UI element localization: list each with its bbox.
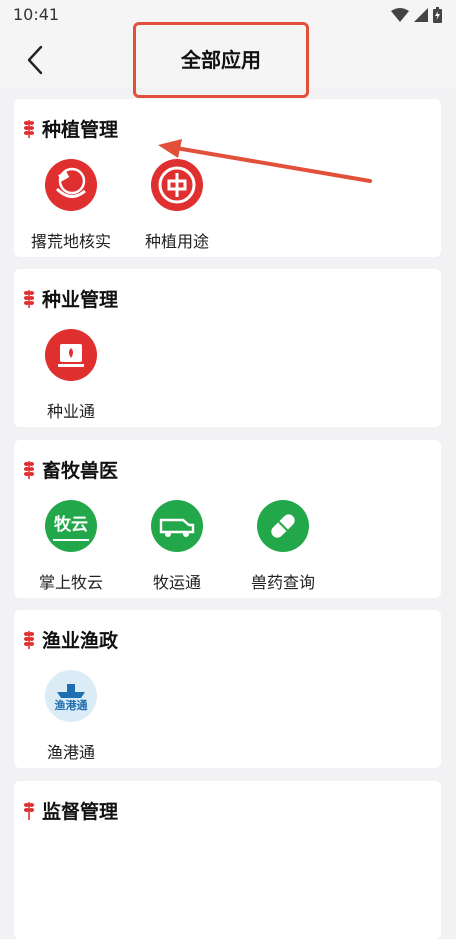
livestock-transport-icon xyxy=(151,500,203,552)
app-seed-industry[interactable]: 种业通 xyxy=(16,329,126,422)
land-survey-icon xyxy=(45,159,97,211)
wheat-icon xyxy=(23,290,35,308)
app-label: 渔港通 xyxy=(46,743,95,762)
section-header: 监督管理 xyxy=(22,797,118,823)
section-card-livestock: 畜牧兽医 牧云 掌上牧云 牧运通 兽药查询 xyxy=(14,440,441,598)
app-fishing-port[interactable]: 渔港通 渔港通 xyxy=(16,670,126,763)
section-card-seed: 种业管理 种业通 xyxy=(14,269,441,427)
status-time: 10:41 xyxy=(13,5,60,24)
wheat-icon xyxy=(23,120,35,138)
fishing-port-icon: 渔港通 xyxy=(45,670,97,722)
back-arrow-icon[interactable] xyxy=(22,42,52,78)
section-card-supervision: 监督管理 xyxy=(14,781,441,939)
section-header: 畜牧兽医 xyxy=(22,456,118,482)
title-highlight-box: 全部应用 xyxy=(133,22,309,98)
section-title: 监督管理 xyxy=(42,800,119,823)
section-header: 种植管理 xyxy=(22,115,118,141)
section-card-planting: 种植管理 撂荒地核实 种植用途 xyxy=(14,99,441,257)
section-header: 渔业渔政 xyxy=(22,626,118,652)
section-card-fishery: 渔业渔政 渔港通 渔港通 xyxy=(14,610,441,768)
wifi-icon xyxy=(391,8,409,22)
battery-icon xyxy=(433,7,442,23)
planting-use-icon xyxy=(151,159,203,211)
app-planting-use[interactable]: 种植用途 xyxy=(122,159,232,252)
header: 全部应用 xyxy=(0,22,456,98)
status-icons xyxy=(391,7,442,23)
page-title: 全部应用 xyxy=(181,48,261,72)
app-label: 种业通 xyxy=(46,402,95,421)
muyun-icon-text: 牧云 xyxy=(54,514,88,535)
app-label: 撂荒地核实 xyxy=(30,232,111,251)
vet-drug-icon xyxy=(257,500,309,552)
section-header: 种业管理 xyxy=(22,285,118,311)
section-title: 种植管理 xyxy=(42,118,119,141)
app-label: 掌上牧云 xyxy=(38,573,103,592)
app-label: 牧运通 xyxy=(152,573,201,592)
app-label: 种植用途 xyxy=(144,232,209,251)
wheat-icon xyxy=(23,802,35,820)
signal-icon xyxy=(414,8,428,22)
app-muyun[interactable]: 牧云 掌上牧云 xyxy=(16,500,126,593)
wheat-icon xyxy=(23,461,35,479)
section-title: 畜牧兽医 xyxy=(42,459,119,482)
fishing-port-icon-text: 渔港通 xyxy=(55,698,88,712)
app-label: 兽药查询 xyxy=(250,573,315,592)
section-title: 种业管理 xyxy=(42,288,119,311)
section-title: 渔业渔政 xyxy=(42,629,119,652)
app-livestock-transport[interactable]: 牧运通 xyxy=(122,500,232,593)
seed-industry-icon xyxy=(45,329,97,381)
app-vet-drug[interactable]: 兽药查询 xyxy=(228,500,338,593)
app-land-survey[interactable]: 撂荒地核实 xyxy=(16,159,126,252)
muyun-icon: 牧云 xyxy=(45,500,97,552)
wheat-icon xyxy=(23,631,35,649)
